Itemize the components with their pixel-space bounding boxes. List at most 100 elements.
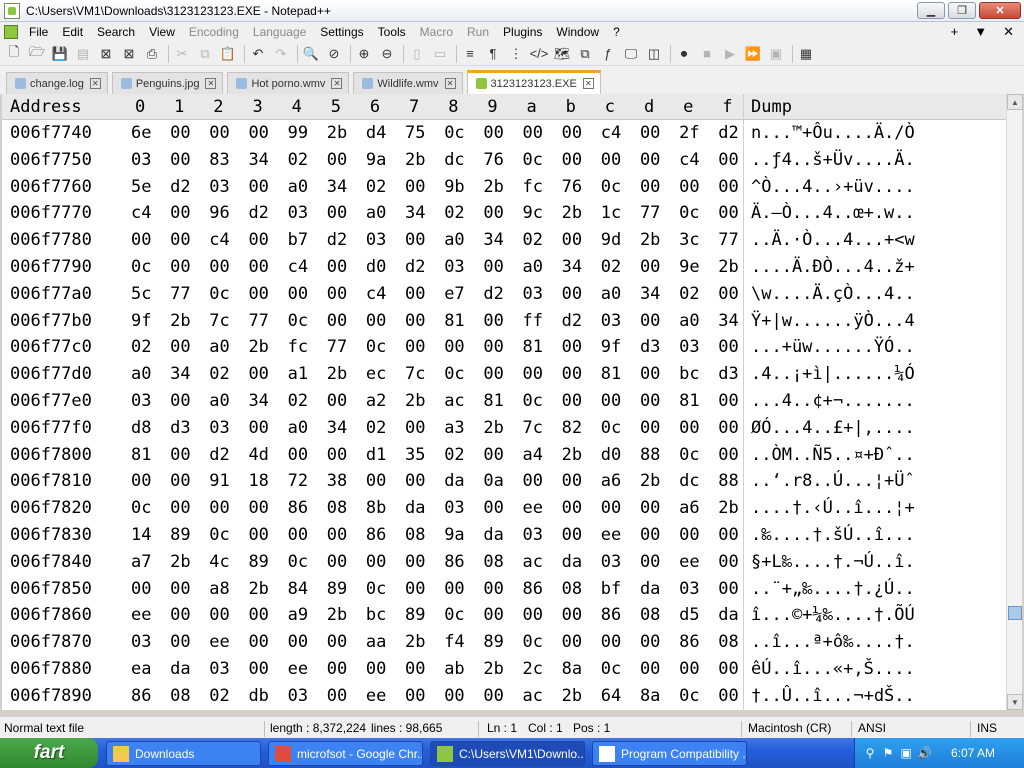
hex-byte[interactable]: 00 [327, 281, 347, 308]
hex-byte[interactable]: 2b [327, 361, 347, 388]
hex-byte[interactable]: bc [679, 361, 699, 388]
ascii-dump[interactable]: ..‘.r8..Ú...¦+Üˆ [751, 468, 915, 495]
close-tab-icon[interactable]: ✕ [89, 78, 101, 89]
hex-byte[interactable]: 00 [288, 442, 308, 469]
hex-byte[interactable]: 75 [405, 120, 425, 147]
hex-byte[interactable]: 86 [523, 576, 543, 603]
ascii-dump[interactable]: êÚ..î...«+,Š.... [751, 656, 915, 683]
hex-byte[interactable]: e7 [444, 281, 464, 308]
find-icon[interactable]: 🔍 [301, 44, 321, 64]
hex-byte[interactable]: 00 [327, 147, 347, 174]
hex-byte[interactable]: 00 [327, 200, 347, 227]
sync-vertical-icon[interactable]: ▯ [407, 44, 427, 64]
hex-byte[interactable]: 0c [444, 120, 464, 147]
hex-byte[interactable]: d2 [405, 254, 425, 281]
hex-byte[interactable]: 96 [209, 200, 229, 227]
hex-byte[interactable]: 88 [640, 442, 660, 469]
hex-byte[interactable]: 00 [327, 683, 347, 710]
hex-byte[interactable]: ee [209, 629, 229, 656]
document-icon[interactable] [4, 25, 18, 39]
hex-byte[interactable]: 00 [562, 147, 582, 174]
hex-byte[interactable]: a9 [288, 602, 308, 629]
hex-byte[interactable]: c4 [366, 281, 386, 308]
tab-3123123123-exe[interactable]: 3123123123.EXE ✕ [466, 70, 601, 94]
hex-byte[interactable]: 00 [483, 576, 503, 603]
tab-wildlife-wmv[interactable]: Wildlife.wmv ✕ [353, 72, 463, 94]
scroll-up-button[interactable]: ▲ [1007, 94, 1023, 110]
menu-settings[interactable]: Settings [313, 22, 370, 42]
hex-byte[interactable]: 34 [640, 281, 660, 308]
hex-byte[interactable]: a0 [601, 281, 621, 308]
hex-byte[interactable]: a1 [288, 361, 308, 388]
hex-byte[interactable]: 86 [679, 629, 699, 656]
hex-byte[interactable]: 88 [718, 468, 738, 495]
hex-byte[interactable]: 9f [131, 308, 151, 335]
hex-byte[interactable]: 00 [248, 602, 268, 629]
hex-byte[interactable]: 00 [640, 415, 660, 442]
hex-byte[interactable]: 03 [366, 227, 386, 254]
hex-byte[interactable]: 03 [131, 388, 151, 415]
hex-byte[interactable]: 00 [209, 120, 229, 147]
hex-byte[interactable]: 82 [562, 415, 582, 442]
hex-byte[interactable]: 86 [131, 683, 151, 710]
hex-byte[interactable]: 9d [601, 227, 621, 254]
hex-byte[interactable]: d2 [718, 120, 738, 147]
hex-byte[interactable]: 81 [601, 361, 621, 388]
hex-editor-icon[interactable]: ▦ [796, 44, 816, 64]
hex-byte[interactable]: 00 [327, 656, 347, 683]
hex-byte[interactable]: 00 [640, 522, 660, 549]
hex-byte[interactable]: a7 [131, 549, 151, 576]
hex-byte[interactable]: 2b [405, 629, 425, 656]
hex-byte[interactable]: 00 [718, 656, 738, 683]
hex-byte[interactable]: 00 [718, 549, 738, 576]
hex-byte[interactable]: ff [523, 308, 543, 335]
hex-byte[interactable]: aa [366, 629, 386, 656]
hex-byte[interactable]: 03 [523, 522, 543, 549]
hex-byte[interactable]: 00 [327, 388, 347, 415]
hex-byte[interactable]: 00 [601, 147, 621, 174]
hex-byte[interactable]: ac [444, 388, 464, 415]
network-icon[interactable]: ▣ [899, 746, 913, 760]
ascii-dump[interactable]: ....Ä.ÐÒ...4..ž+ [751, 254, 915, 281]
hex-byte[interactable]: 81 [131, 442, 151, 469]
ascii-dump[interactable]: ..¨+„‰....†.¿Ú.. [751, 576, 915, 603]
hex-byte[interactable]: a0 [209, 388, 229, 415]
hex-byte[interactable]: a4 [523, 442, 543, 469]
hex-byte[interactable]: 00 [483, 200, 503, 227]
hex-byte[interactable]: 5e [131, 174, 151, 201]
hex-byte[interactable]: 2b [327, 602, 347, 629]
hex-byte[interactable]: 02 [366, 174, 386, 201]
word-wrap-icon[interactable]: ≡ [460, 44, 480, 64]
hex-byte[interactable]: 00 [523, 120, 543, 147]
hex-byte[interactable]: 00 [170, 629, 190, 656]
hex-byte[interactable]: 00 [366, 468, 386, 495]
hex-byte[interactable]: 0c [444, 361, 464, 388]
hex-byte[interactable]: 00 [288, 522, 308, 549]
hex-byte[interactable]: 00 [327, 442, 347, 469]
hex-byte[interactable]: 02 [209, 361, 229, 388]
hex-byte[interactable]: da [170, 656, 190, 683]
hex-byte[interactable]: d2 [209, 442, 229, 469]
menu-view[interactable]: View [142, 22, 182, 42]
hex-byte[interactable]: bc [366, 602, 386, 629]
hex-byte[interactable]: 2b [327, 120, 347, 147]
close-tab-icon[interactable]: ✕ [205, 78, 217, 89]
scroll-down-button[interactable]: ▼ [1007, 694, 1023, 710]
hex-byte[interactable]: ee [131, 602, 151, 629]
hex-byte[interactable]: 0c [209, 281, 229, 308]
new-file-icon[interactable]: 🗋 [4, 44, 24, 64]
show-all-chars-icon[interactable]: ¶ [483, 44, 503, 64]
ascii-dump[interactable]: ØÓ...4..£+|,.... [751, 415, 915, 442]
hex-byte[interactable]: 00 [562, 227, 582, 254]
close-tab-icon[interactable]: ✕ [582, 78, 594, 89]
hex-byte[interactable]: 00 [405, 468, 425, 495]
hex-byte[interactable]: 0c [601, 415, 621, 442]
hex-byte[interactable]: 0c [288, 308, 308, 335]
hex-byte[interactable]: 00 [288, 281, 308, 308]
hex-byte[interactable]: 08 [405, 522, 425, 549]
hex-byte[interactable]: 9e [679, 254, 699, 281]
hex-byte[interactable]: 00 [444, 334, 464, 361]
hex-byte[interactable]: 00 [523, 361, 543, 388]
hex-byte[interactable]: 00 [366, 549, 386, 576]
hex-byte[interactable]: 00 [640, 388, 660, 415]
